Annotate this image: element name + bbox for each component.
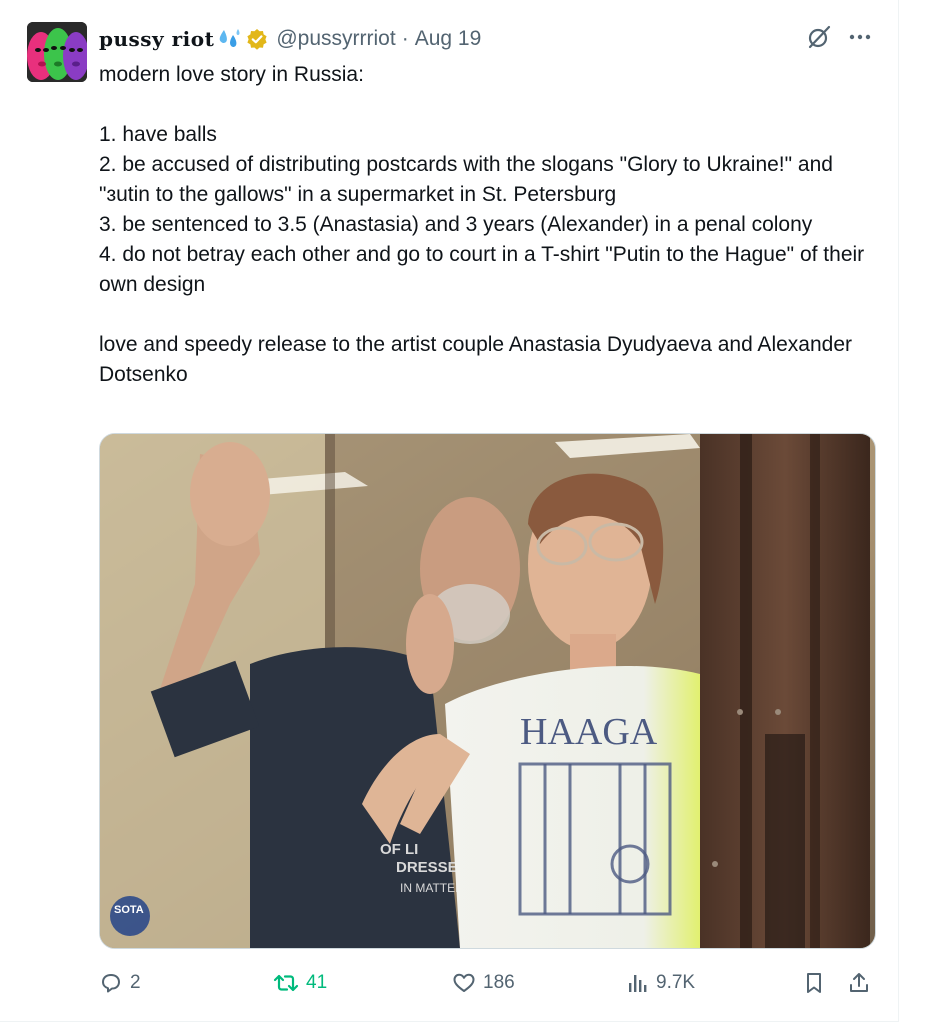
reply-icon xyxy=(99,971,123,995)
verified-badge-icon[interactable] xyxy=(246,28,268,50)
grok-icon[interactable] xyxy=(806,24,832,50)
display-name[interactable]: pussy riot xyxy=(99,27,214,51)
like-count: 186 xyxy=(483,972,515,993)
watermark-logo xyxy=(110,896,150,936)
views-icon xyxy=(627,971,649,995)
tweet-photo[interactable]: OF LI DRESSED IN MATTER HAAGA SOTA xyxy=(99,433,876,949)
like-button[interactable]: 186 xyxy=(452,965,515,1001)
watermark-text: SOTA xyxy=(114,904,144,916)
reply-count: 2 xyxy=(130,972,141,993)
reply-button[interactable]: 2 xyxy=(99,965,141,1001)
courtroom-photo: OF LI DRESSED IN MATTER HAAGA SOTA xyxy=(100,434,875,948)
avatar[interactable] xyxy=(27,22,87,82)
woman-shirt-text: HAAGA xyxy=(520,711,658,753)
sweat-droplets-icon xyxy=(216,27,242,51)
separator: · xyxy=(401,27,409,50)
top-actions xyxy=(806,24,872,50)
man-shirt-line-1: OF LI xyxy=(380,841,418,858)
tweet-card[interactable]: pussy riot @pussyrrriot · Aug 19 modern … xyxy=(0,0,899,1022)
avatar-image xyxy=(27,22,87,82)
retweet-icon xyxy=(273,971,299,995)
timestamp[interactable]: Aug 19 xyxy=(415,27,482,51)
heart-icon xyxy=(452,971,476,995)
man-shirt-line-3: IN MATTER xyxy=(400,881,464,895)
share-button[interactable] xyxy=(847,965,871,1001)
more-icon[interactable] xyxy=(848,25,872,49)
handle[interactable]: @pussyrrriot xyxy=(276,27,395,51)
tweet-text: modern love story in Russia: 1. have bal… xyxy=(99,63,865,386)
action-bar: 2 41 186 9.7K xyxy=(99,965,879,1001)
views-button[interactable]: 9.7K xyxy=(627,965,695,1001)
share-icon xyxy=(847,971,871,995)
views-count: 9.7K xyxy=(656,972,696,993)
retweet-button[interactable]: 41 xyxy=(273,965,327,1001)
tweet-header: pussy riot @pussyrrriot · Aug 19 xyxy=(99,24,481,54)
retweet-count: 41 xyxy=(306,972,328,993)
bookmark-icon xyxy=(803,971,825,995)
bookmark-button[interactable] xyxy=(803,965,825,1001)
